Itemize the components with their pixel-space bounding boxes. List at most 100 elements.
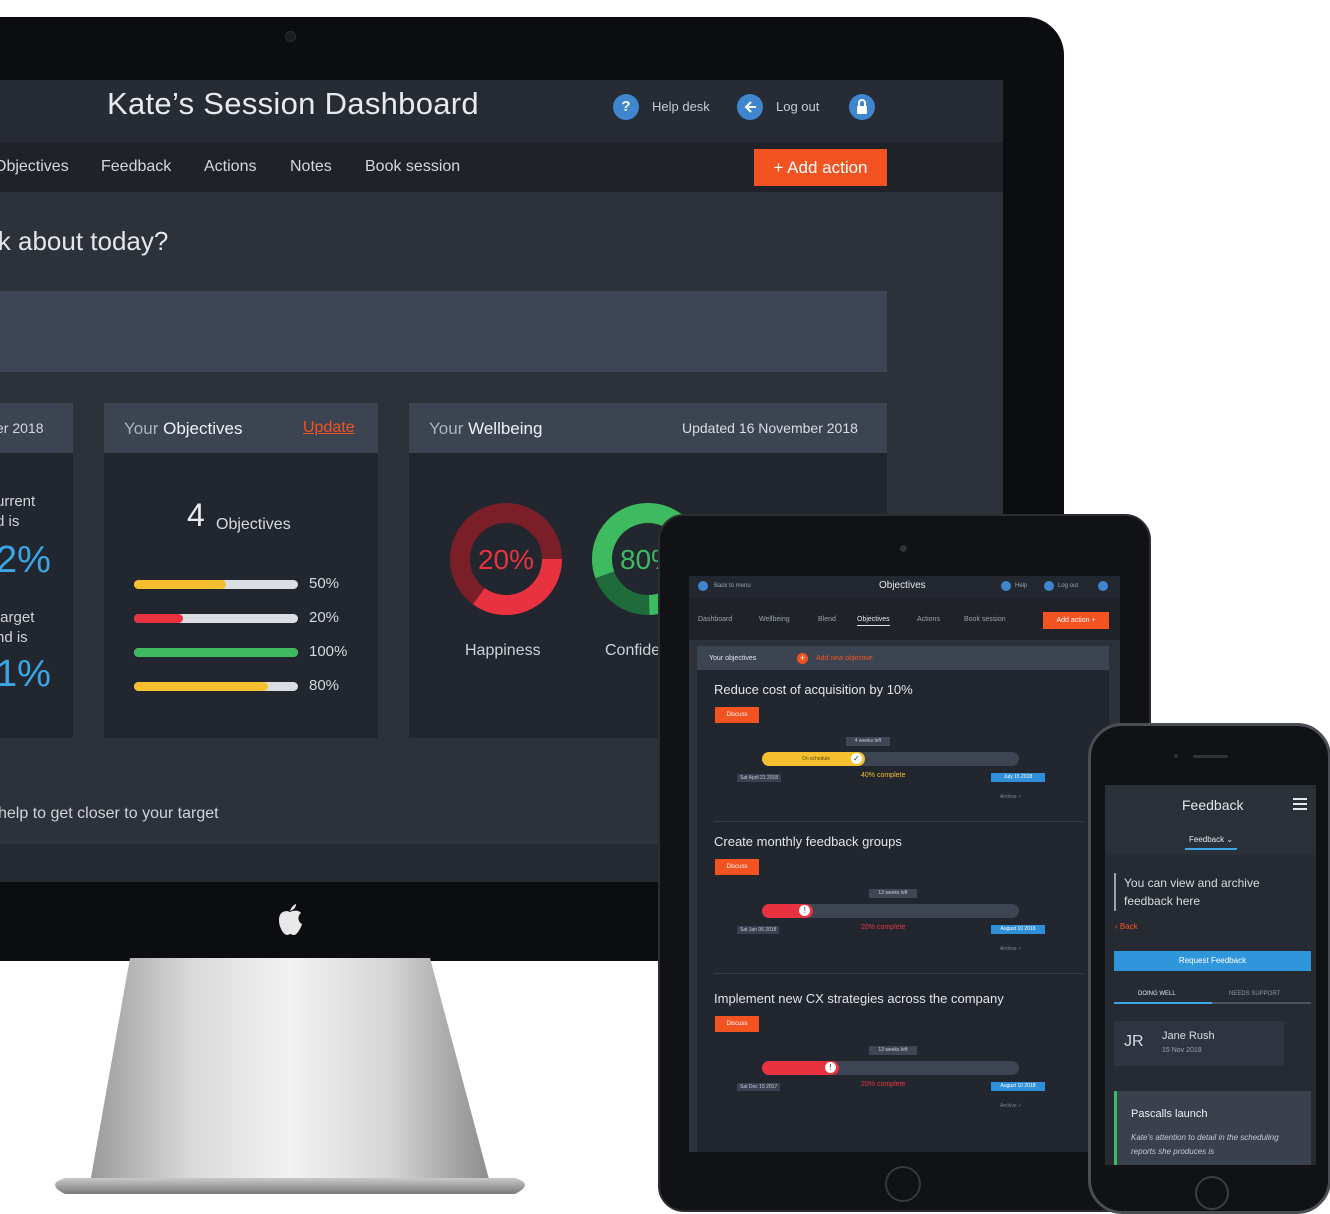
phone-home-button[interactable] (1195, 1176, 1229, 1210)
tabs-active-indicator (1114, 1002, 1212, 1004)
update-link[interactable]: Update (303, 419, 355, 437)
objective-status: On schedule (802, 756, 831, 762)
tablet-nav-book-session[interactable]: Book session (964, 616, 1006, 623)
phone-back-link[interactable]: ‹ Back (1115, 922, 1138, 931)
help-icon: ? (613, 94, 639, 120)
feedback-card[interactable]: Pascalls launch Kate’s attention to deta… (1114, 1091, 1311, 1165)
current-label-1: urrent (0, 493, 36, 510)
help-desk-label: Help desk (652, 99, 710, 114)
current-label-2: d is (0, 513, 20, 530)
target-label-2: nd is (0, 629, 28, 646)
archive-button[interactable]: Archive ✓ (1000, 946, 1022, 952)
tablet-screen: Back to menu Objectives Help Log out Das… (689, 576, 1120, 1152)
help-text: help to get closer to your target (0, 805, 219, 822)
objectives-count-label: Objectives (216, 516, 291, 533)
target-percentage: 1% (0, 653, 51, 695)
objectives-count: 4 (187, 497, 205, 533)
discuss-button[interactable]: Discuss (715, 707, 759, 723)
tablet-menu-icon[interactable] (698, 581, 708, 591)
tablet-back-to-menu[interactable]: Back to menu (714, 583, 751, 589)
target-card-header: er 2018 (0, 403, 73, 453)
tablet-home-button[interactable] (885, 1166, 921, 1202)
apple-icon (279, 904, 302, 935)
tablet-lock-icon[interactable] (1098, 581, 1108, 591)
current-percentage: 2% (0, 539, 51, 581)
objective-progress-label: 80% (309, 677, 340, 694)
phone-screen: Feedback Feedback ⌄ You can view and arc… (1105, 785, 1316, 1165)
objective-progress-label: 20% (309, 609, 340, 626)
add-action-button[interactable]: + Add action (754, 149, 887, 186)
objective-progress-fill (134, 580, 226, 589)
objective-end-date: August 10 2018 (991, 1082, 1045, 1091)
tablet-logout-icon[interactable] (1044, 581, 1054, 591)
target-label-1: target (0, 609, 35, 626)
tablet-nav-blend[interactable]: Blend (818, 616, 836, 623)
info-accent-bar (1114, 873, 1116, 911)
add-objective-link[interactable]: Add new objective (816, 655, 873, 662)
wellbeing-card-title: Your Wellbeing (429, 419, 543, 438)
gauge-value: 20% (478, 544, 534, 575)
tablet-nav-dashboard[interactable]: Dashboard (698, 616, 732, 623)
objective-divider (714, 973, 1084, 974)
gauge-label-confidence: Confide (605, 642, 661, 659)
objective-progress-bar (134, 614, 298, 623)
weeks-left-badge: 13 weeks left (869, 1046, 917, 1055)
discuss-button[interactable]: Discuss (715, 859, 759, 875)
objective-complete-label: 20% complete (861, 1081, 906, 1088)
objective-progress-fill (134, 682, 269, 691)
imac-stand (55, 958, 525, 1194)
tablet-nav-wellbeing[interactable]: Wellbeing (759, 616, 790, 623)
tablet-camera (900, 545, 907, 552)
objective-progress-bar (134, 682, 298, 691)
objective-track: On schedule ✓ (762, 752, 1019, 766)
session-question: lk about today? (0, 226, 169, 256)
objective-start-date: Sat April 21 2018 (737, 774, 782, 782)
objectives-card: 4 Objectives (104, 453, 378, 738)
archive-button[interactable]: Archive ✓ (1000, 1103, 1022, 1109)
target-card-date: er 2018 (0, 420, 44, 436)
phone-title: Feedback (1182, 797, 1244, 813)
imac-camera (285, 31, 296, 42)
nav-feedback[interactable]: Feedback (101, 158, 171, 176)
logout-label: Log out (776, 99, 820, 114)
request-feedback-button[interactable]: Request Feedback (1114, 951, 1311, 971)
objective-start-date: Sat Dec 15 2017 (737, 1083, 781, 1091)
tab-doing-well[interactable]: DOING WELL (1138, 991, 1176, 997)
tablet-nav-objectives[interactable]: Objectives (857, 616, 890, 626)
tablet-nav-actions[interactable]: Actions (917, 616, 940, 623)
feedback-entry[interactable]: JR Jane Rush 15 Nov 2018 (1114, 1021, 1284, 1066)
tablet-help-label[interactable]: Help (1015, 583, 1027, 589)
phone-info-text: You can view and archive feedback here (1124, 876, 1260, 908)
page-title: Kate’s Session Dashboard (107, 86, 479, 121)
entry-name: Jane Rush (1162, 1030, 1215, 1042)
talk-input[interactable] (0, 291, 887, 372)
objective-complete-label: 20% complete (861, 924, 906, 931)
objective-end-date: August 10 2018 (991, 925, 1045, 934)
weeks-left-badge: 13 weeks left (869, 889, 917, 898)
hamburger-menu-icon[interactable] (1293, 798, 1307, 810)
lock-icon[interactable] (849, 94, 875, 120)
objective-progress-label: 50% (309, 575, 340, 592)
nav-notes[interactable]: Notes (290, 158, 332, 176)
discuss-button[interactable]: Discuss (715, 1016, 759, 1032)
tablet-logout-label[interactable]: Log out (1058, 583, 1078, 589)
tablet-title: Objectives (879, 580, 926, 591)
progress-handle[interactable]: ✓ (850, 753, 862, 764)
objective-title: Reduce cost of acquisition by 10% (714, 682, 913, 697)
nav-actions[interactable]: Actions (204, 158, 256, 176)
nav-objectives[interactable]: Objectives (0, 158, 69, 176)
wellbeing-card-header: Your Wellbeing Updated 16 November 2018 (409, 403, 887, 453)
archive-button[interactable]: Archive ✓ (1000, 794, 1022, 800)
add-objective-icon[interactable]: + (797, 653, 808, 664)
tab-needs-support[interactable]: NEEDS SUPPORT (1229, 991, 1280, 997)
tablet-help-icon[interactable] (1001, 581, 1011, 591)
tablet-section-label: Your objectives (709, 655, 757, 662)
objective-divider (714, 821, 1084, 822)
objective-progress-label: 100% (309, 643, 348, 660)
objective-progress-fill (134, 648, 298, 657)
tablet-add-action-button[interactable]: Add action + (1043, 612, 1109, 629)
phone-feedback-dropdown[interactable]: Feedback ⌄ (1185, 835, 1238, 850)
entry-initials: JR (1124, 1033, 1144, 1050)
feedback-card-text: Kate’s attention to detail in the schedu… (1131, 1133, 1279, 1156)
nav-book-session[interactable]: Book session (365, 158, 460, 176)
